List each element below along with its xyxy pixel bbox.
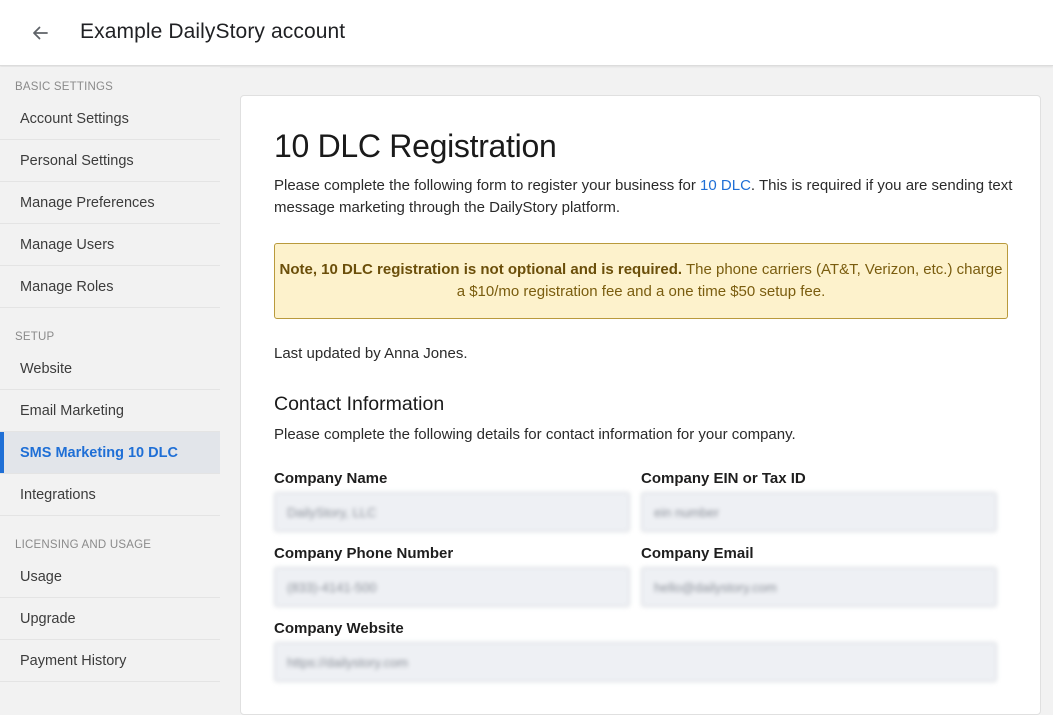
company-phone-label: Company Phone Number (274, 545, 454, 562)
registration-title: 10 DLC Registration (274, 128, 557, 164)
warning-note-bold: Note, 10 DLC registration is not optiona… (279, 261, 683, 278)
sidebar-section-basic-settings: BASIC SETTINGS (15, 81, 114, 93)
sidebar-section-licensing: LICENSING AND USAGE (15, 539, 152, 551)
sidebar-item-personal-settings[interactable]: Personal Settings (0, 140, 220, 182)
company-website-input[interactable] (274, 642, 997, 682)
contact-info-heading: Contact Information (274, 393, 445, 415)
sidebar-item-manage-roles[interactable]: Manage Roles (0, 266, 220, 308)
settings-sidebar: BASIC SETTINGS Account Settings Personal… (0, 67, 220, 690)
intro-text-start: Please complete the following form to re… (274, 177, 701, 194)
last-updated-text: Last updated by Anna Jones. (274, 345, 468, 362)
company-ein-input[interactable] (641, 492, 997, 532)
sidebar-item-payment-history[interactable]: Payment History (0, 640, 220, 682)
company-ein-label: Company EIN or Tax ID (641, 470, 806, 487)
sidebar-item-manage-preferences[interactable]: Manage Preferences (0, 182, 220, 224)
company-website-label: Company Website (274, 620, 404, 637)
warning-note: Note, 10 DLC registration is not optiona… (274, 243, 1008, 319)
company-name-input[interactable] (274, 492, 630, 532)
sidebar-item-integrations[interactable]: Integrations (0, 474, 220, 516)
sidebar-item-sms-marketing[interactable]: SMS Marketing 10 DLC (0, 432, 220, 474)
sidebar-section-setup: SETUP (15, 331, 55, 343)
arrow-left-icon (33, 26, 48, 40)
sidebar-item-manage-users[interactable]: Manage Users (0, 224, 220, 266)
company-phone-input[interactable] (274, 567, 630, 607)
company-email-label: Company Email (641, 545, 754, 562)
page-title: Example DailyStory account (80, 20, 346, 43)
top-bar: Example DailyStory account (0, 0, 1053, 66)
sidebar-item-usage[interactable]: Usage (0, 556, 220, 598)
registration-card: 10 DLC Registration Please complete the … (240, 95, 1041, 715)
sidebar-item-website[interactable]: Website (0, 348, 220, 390)
intro-text: Please complete the following form to re… (274, 175, 1014, 219)
10dlc-link[interactable]: 10 DLC (700, 177, 751, 194)
back-button[interactable] (26, 19, 54, 47)
sidebar-item-upgrade[interactable]: Upgrade (0, 598, 220, 640)
company-name-label: Company Name (274, 470, 388, 487)
sidebar-item-email-marketing[interactable]: Email Marketing (0, 390, 220, 432)
contact-info-subtitle: Please complete the following details fo… (274, 426, 796, 443)
company-email-input[interactable] (641, 567, 997, 607)
sidebar-item-account-settings[interactable]: Account Settings (0, 98, 220, 140)
